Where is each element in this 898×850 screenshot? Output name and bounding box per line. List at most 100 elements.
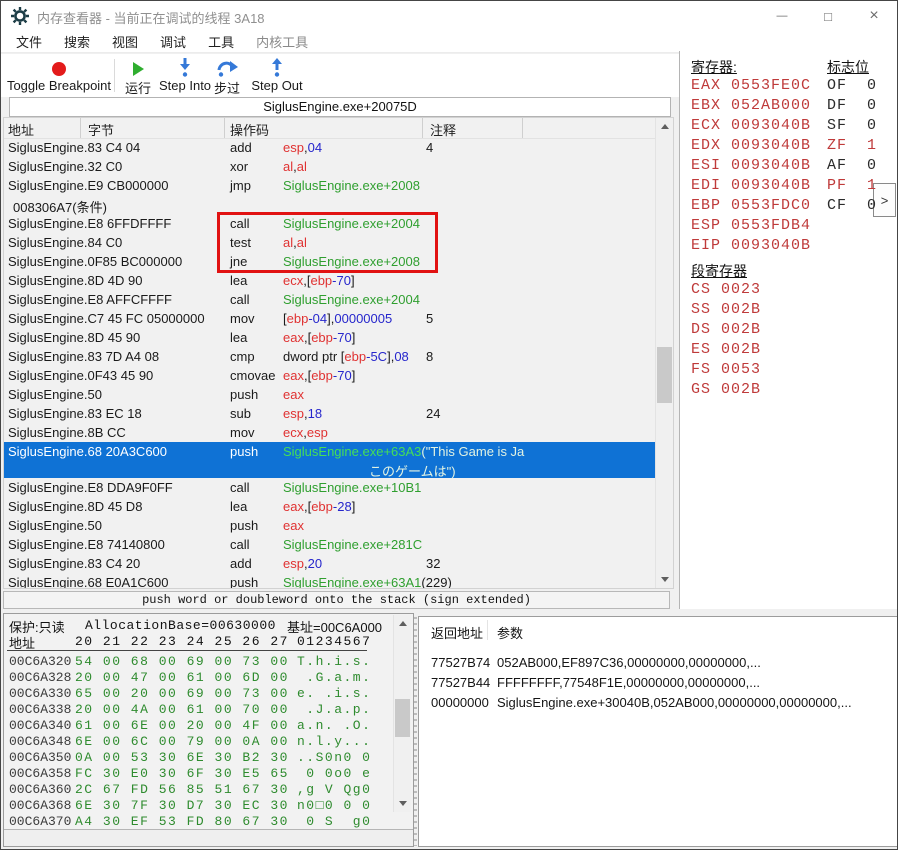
disassembly-scrollbar[interactable] bbox=[655, 118, 673, 588]
disasm-row[interactable]: SiglusEngine.0F85 BC000000jneSiglusEngin… bbox=[4, 252, 656, 271]
hex-row[interactable]: 00C6A32054 00 68 00 69 00 73 00T.h.i.s. bbox=[4, 654, 413, 670]
hex-row[interactable]: 00C6A3500A 00 53 30 6E 30 B2 30..S0n0 0 bbox=[4, 750, 413, 766]
toggle-breakpoint-button[interactable]: Toggle Breakpoint bbox=[3, 57, 115, 95]
menu-debug[interactable]: 调试 bbox=[149, 31, 197, 52]
stack-row[interactable]: 77527B44FFFFFFFF,77548F1E,00000000,00000… bbox=[419, 675, 897, 695]
register-row-esi[interactable]: ESI 0093040B bbox=[691, 157, 811, 174]
disasm-row[interactable]: SiglusEngine.50pusheax bbox=[4, 516, 656, 535]
scroll-up-button[interactable] bbox=[394, 615, 411, 632]
register-row-edx[interactable]: EDX 0093040B bbox=[691, 137, 811, 154]
stack-row[interactable]: 00000000SiglusEngine.exe+30040B,052AB000… bbox=[419, 695, 897, 715]
menu-search[interactable]: 搜索 bbox=[53, 31, 101, 52]
register-row-eip[interactable]: EIP 0093040B bbox=[691, 237, 811, 254]
flag-row-cf[interactable]: CF 0 bbox=[827, 197, 877, 214]
segment-row-ds[interactable]: DS 002B bbox=[691, 321, 761, 338]
hex-row[interactable]: 00C6A33820 00 4A 00 61 00 70 00 .J.a.p. bbox=[4, 702, 413, 718]
minimize-button[interactable]: — bbox=[759, 1, 805, 31]
disasm-row[interactable]: 008306A7(条件) bbox=[4, 195, 656, 214]
segment-row-gs[interactable]: GS 002B bbox=[691, 381, 761, 398]
menu-kernel-tools[interactable]: 内核工具 bbox=[245, 31, 319, 52]
hex-row[interactable]: 00C6A3602C 67 FD 56 85 51 67 30,g V Qg0 bbox=[4, 782, 413, 798]
flag-row-zf[interactable]: ZF 1 bbox=[827, 137, 877, 154]
hex-row[interactable]: 00C6A370A4 30 EF 53 FD 80 67 30 0 S g0 bbox=[4, 814, 413, 830]
step-out-button[interactable]: Step Out bbox=[248, 57, 306, 95]
register-row-ecx[interactable]: ECX 0093040B bbox=[691, 117, 811, 134]
disasm-row[interactable]: SiglusEngine.8D 4D 90leaecx,[ebp-70] bbox=[4, 271, 656, 290]
column-header-address[interactable]: 地址 bbox=[8, 120, 34, 139]
menu-file[interactable]: 文件 bbox=[5, 31, 53, 52]
hex-row[interactable]: 00C6A3486E 00 6C 00 79 00 0A 00n.l.y... bbox=[4, 734, 413, 750]
flag-row-pf[interactable]: PF 1 bbox=[827, 177, 877, 194]
disasm-operands: SiglusEngine.exe+63A1(229) bbox=[283, 575, 452, 588]
disasm-row[interactable]: SiglusEngine.E8 AFFCFFFFcallSiglusEngine… bbox=[4, 290, 656, 309]
disasm-row[interactable]: SiglusEngine.83 EC 18subesp,1824 bbox=[4, 404, 656, 423]
menu-tools[interactable]: 工具 bbox=[197, 31, 245, 52]
disasm-row[interactable]: SiglusEngine.0F43 45 90cmovaeeax,[ebp-70… bbox=[4, 366, 656, 385]
disasm-row[interactable]: SiglusEngine.84 C0testal,al bbox=[4, 233, 656, 252]
disasm-row[interactable]: SiglusEngine.8D 45 D8leaeax,[ebp-28] bbox=[4, 497, 656, 516]
step-into-button[interactable]: Step Into bbox=[159, 57, 211, 95]
run-button[interactable]: 运行 bbox=[116, 57, 160, 95]
disasm-row[interactable]: SiglusEngine.E8 DDA9F0FFcallSiglusEngine… bbox=[4, 478, 656, 497]
disasm-row[interactable]: SiglusEngine.50pusheax bbox=[4, 385, 656, 404]
register-row-esp[interactable]: ESP 0553FDB4 bbox=[691, 217, 811, 234]
disasm-row[interactable]: SiglusEngine.83 C4 20addesp,2032 bbox=[4, 554, 656, 573]
hex-scrollbar[interactable] bbox=[393, 615, 411, 812]
disasm-row[interactable]: SiglusEngine.E8 6FFDFFFFcallSiglusEngine… bbox=[4, 214, 656, 233]
hex-row[interactable]: 00C6A358FC 30 E0 30 6F 30 E5 65 0 0o0 e bbox=[4, 766, 413, 782]
hex-row[interactable]: 00C6A32820 00 47 00 61 00 6D 00 .G.a.m. bbox=[4, 670, 413, 686]
hex-row[interactable]: 00C6A3686E 30 7F 30 D7 30 EC 30n0□0 0 0 bbox=[4, 798, 413, 814]
segment-row-cs[interactable]: CS 0023 bbox=[691, 281, 761, 298]
disasm-row[interactable]: SiglusEngine.8D 45 90leaeax,[ebp-70] bbox=[4, 328, 656, 347]
disasm-row[interactable]: SiglusEngine.32 C0xoral,al bbox=[4, 157, 656, 176]
disasm-row[interactable]: SiglusEngine.C7 45 FC 05000000mov[ebp-04… bbox=[4, 309, 656, 328]
flag-row-af[interactable]: AF 0 bbox=[827, 157, 877, 174]
segment-row-ss[interactable]: SS 002B bbox=[691, 301, 761, 318]
step-out-icon bbox=[248, 57, 306, 77]
address-input[interactable]: SiglusEngine.exe+20075D bbox=[9, 97, 671, 117]
flag-row-df[interactable]: DF 0 bbox=[827, 97, 877, 114]
register-row-edi[interactable]: EDI 0093040B bbox=[691, 177, 811, 194]
disasm-row[interactable]: SiglusEngine.68 E0A1C600pushSiglusEngine… bbox=[4, 573, 656, 588]
maximize-button[interactable]: □ bbox=[805, 1, 851, 31]
segment-row-es[interactable]: ES 002B bbox=[691, 341, 761, 358]
column-header-parameters[interactable]: 参数 bbox=[497, 623, 523, 642]
disasm-comment: 4 bbox=[426, 140, 433, 155]
scrollbar-thumb[interactable] bbox=[395, 699, 410, 737]
disasm-row-selected[interactable]: SiglusEngine.68 20A3C600pushSiglusEngine… bbox=[4, 442, 656, 478]
disasm-mnemonic: jne bbox=[230, 254, 247, 269]
column-header-comment[interactable]: 注释 bbox=[430, 120, 456, 139]
column-header-return-address[interactable]: 返回地址 bbox=[431, 623, 483, 642]
scroll-up-button[interactable] bbox=[656, 118, 673, 135]
disasm-row[interactable]: SiglusEngine.8B CCmovecx,esp bbox=[4, 423, 656, 442]
flag-row-of[interactable]: OF 0 bbox=[827, 77, 877, 94]
column-header-bytes[interactable]: 字节 bbox=[88, 120, 114, 139]
disasm-operands: SiglusEngine.exe+10B1 bbox=[283, 480, 421, 495]
stack-row[interactable]: 77527B74052AB000,EF897C36,00000000,00000… bbox=[419, 655, 897, 675]
disasm-mnemonic: lea bbox=[230, 499, 247, 514]
scrollbar-thumb[interactable] bbox=[657, 347, 672, 403]
step-over-button[interactable]: 步过 bbox=[212, 57, 242, 95]
register-row-ebp[interactable]: EBP 0553FDC0 bbox=[691, 197, 811, 214]
instruction-help-bar: push word or doubleword onto the stack (… bbox=[3, 591, 670, 609]
disasm-row[interactable]: SiglusEngine.E8 74140800callSiglusEngine… bbox=[4, 535, 656, 554]
close-button[interactable]: × bbox=[851, 1, 897, 31]
menu-view[interactable]: 视图 bbox=[101, 31, 149, 52]
disasm-row[interactable]: SiglusEngine.E9 CB000000jmpSiglusEngine.… bbox=[4, 176, 656, 195]
flag-row-sf[interactable]: SF 0 bbox=[827, 117, 877, 134]
scroll-down-button[interactable] bbox=[656, 571, 673, 588]
disasm-mnemonic: sub bbox=[230, 406, 251, 421]
disasm-row[interactable]: SiglusEngine.83 C4 04addesp,044 bbox=[4, 138, 656, 157]
panel-splitter[interactable] bbox=[414, 617, 417, 846]
disassembly-header: 地址 字节 操作码 注释 bbox=[4, 118, 673, 139]
disasm-row[interactable]: SiglusEngine.83 7D A4 08cmpdword ptr [eb… bbox=[4, 347, 656, 366]
register-row-ebx[interactable]: EBX 052AB000 bbox=[691, 97, 811, 114]
column-header-opcode[interactable]: 操作码 bbox=[230, 120, 269, 139]
hex-row[interactable]: 00C6A33065 00 20 00 69 00 73 00e. .i.s. bbox=[4, 686, 413, 702]
register-row-eax[interactable]: EAX 0553FE0C bbox=[691, 77, 811, 94]
scroll-down-button[interactable] bbox=[394, 795, 411, 812]
hex-bytes: 61 00 6E 00 20 00 4F 00 bbox=[75, 718, 289, 733]
parameters: FFFFFFFF,77548F1E,00000000,00000000,... bbox=[497, 675, 760, 690]
hex-row[interactable]: 00C6A34061 00 6E 00 20 00 4F 00a.n. .O. bbox=[4, 718, 413, 734]
segment-row-fs[interactable]: FS 0053 bbox=[691, 361, 761, 378]
